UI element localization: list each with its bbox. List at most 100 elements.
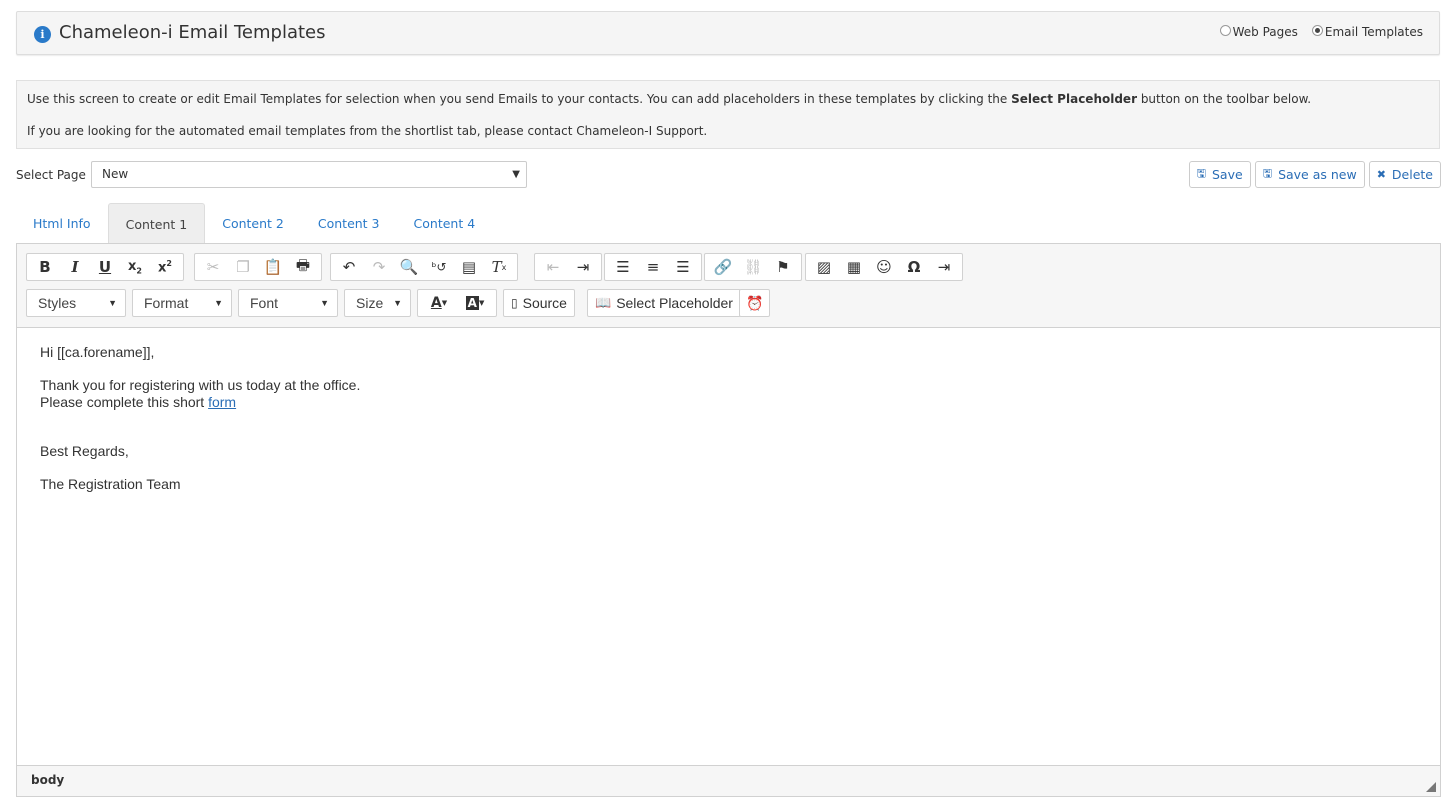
tab-html-info[interactable]: Html Info (16, 203, 108, 244)
chevron-down-icon: ▼ (320, 298, 329, 308)
dropdown-caret-icon: ▼ (512, 169, 520, 180)
link-icon[interactable]: 🔗 (708, 255, 738, 279)
color-group: A ▼ A ▼ (417, 289, 497, 317)
basic-styles-group: B I U x2 x2 (26, 253, 184, 281)
content-line-2: Please complete this short form (40, 394, 1420, 411)
mode-radio-group: Web Pages Email Templates (1219, 24, 1423, 39)
page-break-icon[interactable]: ⇥ (929, 255, 959, 279)
radio-email-templates[interactable]: Email Templates (1311, 24, 1423, 39)
select-page-label: Select Page (16, 168, 86, 182)
content-line-2-text: Please complete this short (40, 394, 209, 410)
redo-icon[interactable]: ↷ (364, 255, 394, 279)
text-color-icon[interactable]: A ▼ (421, 291, 457, 315)
save-button[interactable]: 🖫 Save (1188, 161, 1251, 188)
source-button-label: Source (522, 295, 567, 311)
format-dropdown-label: Format (144, 295, 189, 311)
action-buttons: 🖫 Save 🖫 Save as new ✖ Delete (1188, 161, 1441, 188)
select-page-value: New (102, 167, 129, 181)
clipboard-group: ✂ ❐ 📋 🖶 (194, 253, 322, 281)
styles-dropdown-label: Styles (38, 295, 77, 311)
align-right-icon[interactable]: ☰ (668, 255, 698, 279)
styles-dropdown[interactable]: Styles ▼ (26, 289, 126, 317)
form-link[interactable]: form (208, 394, 236, 410)
remove-format-icon[interactable]: Tx (484, 255, 514, 279)
source-button[interactable]: ▯ Source (503, 289, 575, 317)
background-color-icon[interactable]: A ▼ (457, 291, 493, 315)
select-placeholder-button-label: Select Placeholder (616, 295, 733, 311)
info-notice: Use this screen to create or edit Email … (16, 80, 1440, 149)
save-as-new-button[interactable]: 🖫 Save as new (1254, 161, 1365, 188)
undo-icon[interactable]: ↶ (334, 255, 364, 279)
align-group: ☰ ≡ ☰ (604, 253, 702, 281)
undo-find-group: ↶ ↷ 🔍 ᵇ↺ ▤ Tx (330, 253, 518, 281)
indent-group: ⇤ ⇥ (534, 253, 602, 281)
element-path[interactable]: body (31, 773, 64, 787)
italic-icon[interactable]: I (60, 255, 90, 279)
smiley-icon[interactable]: ☺ (869, 255, 899, 279)
editor-content[interactable]: Hi [[ca.forename]], Thank you for regist… (40, 344, 1420, 493)
select-placeholder-button[interactable]: 📖 Select Placeholder (587, 289, 741, 317)
content-tabs: Html Info Content 1 Content 2 Content 3 … (16, 203, 492, 244)
tab-content-3[interactable]: Content 3 (301, 203, 397, 244)
content-signature: The Registration Team (40, 476, 181, 492)
tab-content-2[interactable]: Content 2 (205, 203, 301, 244)
indent-icon[interactable]: ⇥ (568, 255, 598, 279)
superscript-icon[interactable]: x2 (150, 255, 180, 279)
source-icon: ▯ (511, 296, 518, 310)
save-as-new-button-label: Save as new (1278, 167, 1357, 182)
book-icon: 📖 (595, 295, 612, 310)
format-dropdown[interactable]: Format ▼ (132, 289, 232, 317)
underline-icon[interactable]: U (90, 255, 120, 279)
paste-icon[interactable]: 📋 (258, 255, 288, 279)
align-left-icon[interactable]: ☰ (608, 255, 638, 279)
info-circle-icon: i (34, 26, 51, 43)
font-dropdown-label: Font (250, 295, 279, 311)
table-icon[interactable]: ▦ (839, 255, 869, 279)
image-icon[interactable]: ▨ (809, 255, 839, 279)
floppy-disk-icon: 🖫 (1196, 167, 1206, 180)
alarm-clock-button[interactable]: ⏰ (739, 289, 771, 317)
alarm-clock-icon: ⏰ (746, 294, 764, 311)
link-group: 🔗 ⛓ ⚑ (704, 253, 802, 281)
content-greeting: Hi [[ca.forename]], (40, 344, 155, 360)
radio-web-pages[interactable]: Web Pages (1219, 24, 1298, 39)
floppy-disk-icon: 🖫 (1262, 167, 1273, 180)
radio-web-pages-label: Web Pages (1232, 25, 1298, 39)
select-page-dropdown[interactable]: New ▼ (91, 161, 527, 188)
search-icon[interactable]: 🔍 (394, 255, 424, 279)
cut-icon[interactable]: ✂ (198, 255, 228, 279)
special-char-icon[interactable]: Ω (899, 255, 929, 279)
notice-line-1: Use this screen to create or edit Email … (27, 92, 1311, 106)
page-header: i Chameleon-i Email Templates Web Pages … (16, 11, 1440, 55)
resize-grip-icon[interactable] (1426, 782, 1436, 792)
notice-line-1-end: button on the toolbar below. (1137, 92, 1312, 106)
content-regards: Best Regards, (40, 443, 129, 459)
replace-icon[interactable]: ᵇ↺ (424, 255, 454, 279)
delete-button[interactable]: ✖ Delete (1368, 161, 1441, 188)
print-icon[interactable]: 🖶 (288, 255, 318, 279)
rich-text-editor: B I U x2 x2 ✂ ❐ 📋 🖶 ↶ ↷ 🔍 ᵇ↺ ▤ Tx ⇤ ⇥ ☰ … (16, 243, 1441, 797)
radio-circle-icon[interactable] (1219, 24, 1231, 36)
size-dropdown[interactable]: Size ▼ (344, 289, 411, 317)
notice-line-2: If you are looking for the automated ema… (27, 124, 708, 138)
insert-group: ▨ ▦ ☺ Ω ⇥ (805, 253, 963, 281)
chevron-down-icon: ▼ (393, 298, 402, 308)
outdent-icon[interactable]: ⇤ (538, 255, 568, 279)
unlink-icon[interactable]: ⛓ (738, 255, 768, 279)
delete-button-label: Delete (1391, 167, 1433, 182)
chevron-down-icon: ▼ (108, 298, 117, 308)
notice-line-1-text: Use this screen to create or edit Email … (27, 92, 1012, 106)
subscript-icon[interactable]: x2 (120, 255, 150, 279)
editor-statusbar: body (17, 765, 1440, 796)
size-dropdown-label: Size (356, 295, 384, 311)
align-center-icon[interactable]: ≡ (638, 255, 668, 279)
radio-email-templates-label: Email Templates (1324, 25, 1423, 39)
radio-circle-checked-icon[interactable] (1311, 24, 1323, 36)
anchor-flag-icon[interactable]: ⚑ (768, 255, 798, 279)
tab-content-1[interactable]: Content 1 (107, 203, 206, 244)
copy-icon[interactable]: ❐ (228, 255, 258, 279)
bold-icon[interactable]: B (30, 255, 60, 279)
font-dropdown[interactable]: Font ▼ (238, 289, 338, 317)
select-all-icon[interactable]: ▤ (454, 255, 484, 279)
tab-content-4[interactable]: Content 4 (397, 203, 493, 244)
